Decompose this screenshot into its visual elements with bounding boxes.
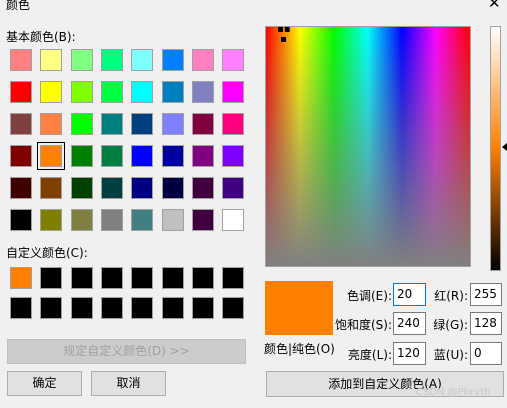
basic-color-swatch[interactable] <box>192 113 214 135</box>
custom-color-swatch[interactable] <box>162 267 184 289</box>
basic-color-swatch[interactable] <box>101 113 123 135</box>
basic-color-swatch[interactable] <box>10 49 32 71</box>
basic-color-swatch[interactable] <box>10 81 32 103</box>
custom-color-swatch[interactable] <box>71 267 93 289</box>
basic-color-swatch[interactable] <box>131 177 153 199</box>
basic-colors-label: 基本颜色(B): <box>6 30 76 44</box>
basic-color-swatch[interactable] <box>192 177 214 199</box>
basic-color-swatch[interactable] <box>222 177 244 199</box>
basic-color-swatch[interactable] <box>222 145 244 167</box>
custom-color-swatch[interactable] <box>162 297 184 319</box>
custom-color-swatch[interactable] <box>10 297 32 319</box>
basic-color-swatch[interactable] <box>131 145 153 167</box>
basic-color-swatch[interactable] <box>101 177 123 199</box>
basic-color-swatch[interactable] <box>40 177 62 199</box>
basic-color-swatch[interactable] <box>131 113 153 135</box>
basic-color-swatch[interactable] <box>71 145 93 167</box>
basic-color-swatch[interactable] <box>101 49 123 71</box>
basic-color-swatch[interactable] <box>10 145 32 167</box>
luminance-slider[interactable] <box>490 26 501 271</box>
custom-color-swatch[interactable] <box>40 297 62 319</box>
luminance-field[interactable]: 120 <box>393 342 426 365</box>
basic-color-swatch[interactable] <box>40 113 62 135</box>
color-preview <box>265 281 333 335</box>
ok-button[interactable]: 确定 <box>7 371 82 396</box>
basic-color-swatch[interactable] <box>10 209 32 231</box>
basic-color-swatch[interactable] <box>10 177 32 199</box>
basic-color-swatch[interactable] <box>192 209 214 231</box>
custom-color-swatch[interactable] <box>131 267 153 289</box>
blue-field[interactable]: 0 <box>470 342 502 365</box>
watermark: CSDN @Phrvth <box>416 387 491 398</box>
saturation-field[interactable]: 240 <box>393 312 426 335</box>
define-custom-colors-button[interactable]: 规定自定义颜色(D) >> <box>7 339 246 364</box>
custom-color-swatch[interactable] <box>10 267 32 289</box>
basic-color-swatch[interactable] <box>162 177 184 199</box>
basic-color-swatch[interactable] <box>162 81 184 103</box>
custom-color-swatch[interactable] <box>131 297 153 319</box>
basic-color-swatch[interactable] <box>162 49 184 71</box>
red-label: 红(R): <box>434 289 468 303</box>
green-label: 绿(G): <box>433 318 468 332</box>
basic-color-swatch[interactable] <box>10 113 32 135</box>
hue-label: 色调(E): <box>347 289 392 303</box>
basic-color-swatch[interactable] <box>192 81 214 103</box>
custom-color-swatch[interactable] <box>71 297 93 319</box>
custom-color-swatch[interactable] <box>192 267 214 289</box>
blue-label: 蓝(U): <box>433 348 468 362</box>
window-title: 颜色 <box>6 0 31 12</box>
basic-color-swatch[interactable] <box>131 209 153 231</box>
basic-color-swatch[interactable] <box>162 113 184 135</box>
basic-color-swatch[interactable] <box>40 49 62 71</box>
basic-color-swatch[interactable] <box>222 49 244 71</box>
basic-color-swatch[interactable] <box>131 49 153 71</box>
basic-color-swatch[interactable] <box>37 142 65 170</box>
custom-color-swatch[interactable] <box>222 267 244 289</box>
luminance-arrow-icon[interactable] <box>502 143 507 151</box>
basic-color-swatch[interactable] <box>71 177 93 199</box>
cancel-button[interactable]: 取消 <box>91 371 166 396</box>
basic-color-swatch[interactable] <box>40 81 62 103</box>
crosshair-icon: ▪▪ ▪ <box>277 24 291 45</box>
red-field[interactable]: 255 <box>470 283 502 306</box>
custom-color-swatch[interactable] <box>222 297 244 319</box>
custom-color-swatch[interactable] <box>101 267 123 289</box>
hue-field[interactable]: 20 <box>393 283 426 306</box>
custom-color-swatch[interactable] <box>192 297 214 319</box>
basic-color-swatch[interactable] <box>222 113 244 135</box>
saturation-label: 饱和度(S): <box>334 318 392 332</box>
basic-color-swatch[interactable] <box>71 209 93 231</box>
custom-colors-label: 自定义颜色(C): <box>6 246 88 260</box>
close-icon[interactable]: ✕ <box>488 0 501 12</box>
green-field[interactable]: 128 <box>470 312 502 335</box>
basic-color-swatch[interactable] <box>131 81 153 103</box>
basic-color-swatch[interactable] <box>71 113 93 135</box>
basic-color-swatch[interactable] <box>101 209 123 231</box>
basic-color-swatch[interactable] <box>101 145 123 167</box>
basic-color-swatch[interactable] <box>222 209 244 231</box>
basic-color-swatch[interactable] <box>192 145 214 167</box>
color-spectrum[interactable] <box>265 26 471 267</box>
basic-color-swatch[interactable] <box>71 49 93 71</box>
basic-color-swatch[interactable] <box>71 81 93 103</box>
custom-color-swatch[interactable] <box>40 267 62 289</box>
basic-color-swatch[interactable] <box>40 209 62 231</box>
preview-label[interactable]: 颜色|纯色(O) <box>264 340 335 357</box>
custom-color-swatch[interactable] <box>101 297 123 319</box>
basic-color-swatch[interactable] <box>192 49 214 71</box>
luminance-label: 亮度(L): <box>347 348 392 362</box>
basic-color-swatch[interactable] <box>222 81 244 103</box>
basic-color-swatch[interactable] <box>101 81 123 103</box>
basic-color-swatch[interactable] <box>162 209 184 231</box>
basic-color-swatch[interactable] <box>162 145 184 167</box>
